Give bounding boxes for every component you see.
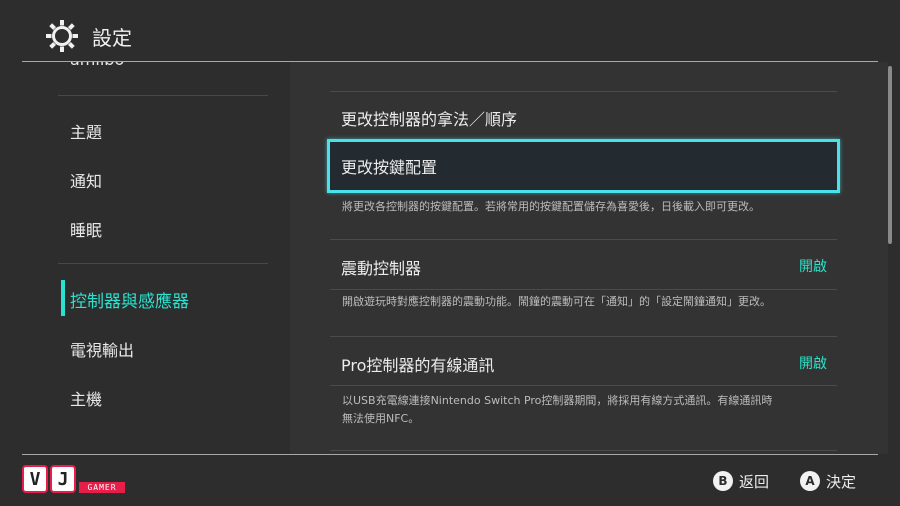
sidebar-item-label: 電視輸出: [70, 341, 135, 360]
sidebar-item-label: 主機: [70, 390, 103, 409]
active-indicator: [61, 280, 65, 316]
setting-change-button-mapping[interactable]: 更改按鍵配置: [327, 139, 840, 193]
back-label: 返回: [739, 473, 770, 491]
description-line: 無法使用NFC。: [342, 412, 420, 425]
setting-label: 更改控制器的拿法／順序: [341, 110, 518, 129]
divider: [330, 91, 837, 92]
sidebar-item-controllers-sensors[interactable]: 控制器與感應器: [58, 278, 278, 318]
sidebar-item-label: 控制器與感應器: [70, 292, 189, 312]
gear-icon: [46, 20, 78, 52]
sidebar-item-label: 通知: [70, 172, 103, 191]
description-line: 以USB充電線連接Nintendo Switch Pro控制器期間，將採用有線方…: [342, 394, 773, 407]
divider: [330, 289, 837, 290]
divider: [330, 336, 837, 337]
settings-panel: 更改控制器的拿法／順序 更改按鍵配置 將更改各控制器的按鍵配置。若將常用的按鍵配…: [290, 62, 888, 454]
divider: [330, 450, 837, 451]
setting-description: 將更改各控制器的按鍵配置。若將常用的按鍵配置儲存為喜愛後，日後載入即可更改。: [342, 200, 760, 213]
setting-description: 開啟遊玩時對應控制器的震動功能。鬧鐘的震動可在「通知」的「設定鬧鐘通知」更改。: [342, 295, 771, 308]
sidebar-item-label: 主題: [70, 123, 103, 142]
divider: [330, 385, 837, 386]
sidebar-divider: [58, 95, 268, 96]
divider: [330, 239, 837, 240]
setting-controller-vibration[interactable]: 震動控制器 開啟: [330, 246, 837, 286]
sidebar-item-tv-output[interactable]: 電視輸出: [58, 328, 278, 368]
ok-label: 決定: [826, 473, 857, 491]
sidebar-item-amiibo[interactable]: amiibo: [70, 62, 124, 69]
header: 設定: [0, 0, 900, 62]
setting-label: 更改按鍵配置: [341, 158, 438, 177]
setting-value: 開啟: [799, 259, 827, 275]
setting-description: 以USB充電線連接Nintendo Switch Pro控制器期間，將採用有線方…: [342, 392, 832, 428]
page-title: 設定: [92, 26, 132, 50]
footer: V J GAMER B 返回 A 決定: [0, 455, 900, 506]
sidebar-divider: [58, 263, 268, 264]
sidebar-item-sleep[interactable]: 睡眠: [58, 208, 278, 248]
setting-value: 開啟: [799, 356, 827, 372]
setting-label: 震動控制器: [341, 259, 422, 278]
sidebar-item-system[interactable]: 主機: [58, 377, 278, 417]
setting-change-grip-order[interactable]: 更改控制器的拿法／順序: [330, 97, 837, 137]
sidebar-item-notifications[interactable]: 通知: [58, 159, 278, 199]
logo-letter: V: [29, 469, 41, 490]
b-button-icon: B: [713, 471, 733, 491]
vj-gamer-logo: V J GAMER: [22, 465, 132, 497]
a-button-icon: A: [800, 471, 820, 491]
sidebar-item-theme[interactable]: 主題: [58, 110, 278, 150]
scrollbar-thumb[interactable]: [888, 66, 892, 244]
sidebar-item-label: 睡眠: [70, 221, 103, 240]
logo-letter: J: [57, 469, 69, 490]
scrollbar[interactable]: [888, 62, 900, 454]
setting-label: Pro控制器的有線通訊: [341, 356, 495, 375]
sidebar: amiibo 主題 通知 睡眠 控制器與感應器 電視輸出 主機: [0, 62, 290, 454]
logo-tag: GAMER: [79, 482, 125, 493]
setting-pro-controller-wired[interactable]: Pro控制器的有線通訊 開啟: [330, 343, 837, 383]
